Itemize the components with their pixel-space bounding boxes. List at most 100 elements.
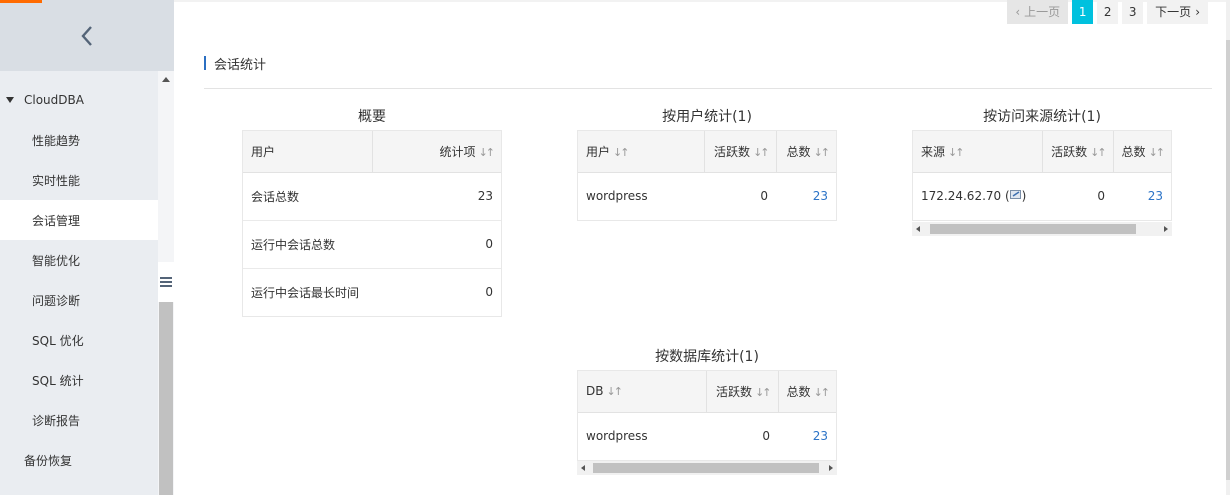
- source-ip: 172.24.62.70 (: [921, 189, 1010, 204]
- column-header-user[interactable]: 用户 ↓↑: [578, 131, 705, 173]
- main-scrollbar[interactable]: [1226, 0, 1230, 495]
- row-label: 运行中会话总数: [243, 220, 372, 269]
- collapse-sidebar-button[interactable]: [0, 0, 174, 71]
- column-header-total[interactable]: 总数 ↓↑: [778, 371, 836, 413]
- scroll-up-icon[interactable]: [162, 77, 170, 82]
- column-header-active[interactable]: 活跃数 ↓↑: [1042, 131, 1114, 173]
- sidebar-item-label: 诊断报告: [32, 413, 81, 428]
- by-user-table: 用户 ↓↑ 活跃数 ↓↑ 总数 ↓↑ wordpress 0 23: [577, 130, 837, 221]
- sidebar-item-label: SQL 优化: [32, 333, 84, 348]
- next-page-button[interactable]: 下一页 ›: [1147, 0, 1208, 24]
- horizontal-scrollbar[interactable]: [912, 222, 1172, 236]
- row-label: 运行中会话最长时间: [251, 285, 360, 300]
- table-row: 会话总数 23: [243, 172, 501, 221]
- sort-icon[interactable]: ↓↑: [755, 386, 772, 399]
- scrollbar-thumb[interactable]: [159, 271, 173, 495]
- scroll-right-icon[interactable]: [1164, 226, 1168, 232]
- sidebar-item-realtime-performance[interactable]: 实时性能: [0, 160, 158, 200]
- sort-icon[interactable]: ↓↑: [753, 146, 770, 159]
- sort-icon[interactable]: ↓↑: [814, 386, 831, 399]
- scroll-left-icon[interactable]: [581, 465, 585, 471]
- sidebar-item-label: CloudDBA: [24, 93, 84, 107]
- next-page-label: 下一页: [1155, 5, 1192, 19]
- total-link[interactable]: 23: [1113, 172, 1171, 220]
- column-header-active[interactable]: 活跃数 ↓↑: [704, 131, 777, 173]
- scroll-left-icon[interactable]: [916, 226, 920, 232]
- caret-down-icon: [6, 97, 14, 103]
- sidebar-item-performance-trend[interactable]: 性能趋势: [0, 120, 158, 160]
- sidebar-item-label: 会话管理: [32, 213, 81, 228]
- row-value: 0: [372, 220, 501, 269]
- sidebar-menu: CloudDBA 性能趋势 实时性能 会话管理 智能优化 问题诊断 SQL 优化…: [0, 80, 158, 480]
- source-cell: 172.24.62.70 (): [913, 172, 1043, 220]
- column-header-active[interactable]: 活跃数 ↓↑: [706, 371, 779, 413]
- menu-icon: [160, 277, 172, 287]
- by-db-table: DB ↓↑ 活跃数 ↓↑ 总数 ↓↑ wordpress 0 23: [577, 370, 837, 461]
- chevron-left-icon: [81, 25, 92, 46]
- column-header-stat[interactable]: 统计项 ↓↑: [372, 131, 501, 173]
- db-cell: wordpress: [586, 429, 648, 444]
- page-2-button[interactable]: 2: [1097, 0, 1119, 24]
- table-row: wordpress 0 23: [578, 412, 836, 460]
- by-db-title: 按数据库统计(1): [655, 349, 759, 365]
- divider: [204, 88, 1212, 89]
- scrollbar-thumb[interactable]: [930, 224, 1136, 234]
- chevron-left-icon: ‹: [1015, 5, 1021, 19]
- sidebar-item-backup-restore[interactable]: 备份恢复: [0, 440, 158, 480]
- scrollbar-thumb[interactable]: [1226, 40, 1230, 480]
- active-cell: 0: [760, 189, 768, 204]
- table-row: 运行中会话最长时间 0: [243, 268, 501, 316]
- pagination: ‹ 上一页 1 2 3 下一页 ›: [1007, 0, 1208, 24]
- by-user-title: 按用户统计(1): [662, 109, 752, 125]
- sort-icon[interactable]: ↓↑: [948, 146, 965, 159]
- page-3-button[interactable]: 3: [1122, 0, 1144, 24]
- sidebar-group-clouddba[interactable]: CloudDBA: [0, 80, 158, 120]
- sidebar-item-label: 实时性能: [32, 173, 81, 188]
- edit-icon[interactable]: [1009, 190, 1022, 201]
- sort-icon[interactable]: ↓↑: [613, 146, 630, 159]
- page-1-button[interactable]: 1: [1072, 0, 1094, 24]
- sidebar-item-sql-optimization[interactable]: SQL 优化: [0, 320, 158, 360]
- sidebar-item-label: 性能趋势: [32, 133, 81, 148]
- sidebar-item-label: SQL 统计: [32, 373, 84, 388]
- sort-icon[interactable]: ↓↑: [1149, 146, 1166, 159]
- by-source-title: 按访问来源统计(1): [983, 109, 1101, 125]
- table-row: wordpress 0 23: [578, 172, 836, 220]
- sidebar-item-sql-statistics[interactable]: SQL 统计: [0, 360, 158, 400]
- column-header-total[interactable]: 总数 ↓↑: [776, 131, 836, 173]
- table-row: 172.24.62.70 () 0 23: [913, 172, 1171, 220]
- source-paren: ): [1021, 189, 1027, 204]
- overview-table: 用户 统计项 ↓↑ 会话总数 23 运行中会话总数 0 运行中会话最长时间 0: [242, 130, 502, 317]
- menu-toggle-handle[interactable]: [158, 262, 174, 302]
- title-accent-bar: [204, 56, 206, 70]
- total-link[interactable]: 23: [776, 172, 836, 220]
- chevron-right-icon: ›: [1195, 5, 1200, 19]
- active-cell: 0: [762, 429, 770, 444]
- scroll-right-icon[interactable]: [829, 465, 833, 471]
- section-title-text: 会话统计: [214, 57, 267, 73]
- column-header-source[interactable]: 来源 ↓↑: [913, 131, 1044, 173]
- table-row: 运行中会话总数 0: [243, 220, 501, 269]
- sidebar-item-diagnosis-report[interactable]: 诊断报告: [0, 400, 158, 440]
- user-cell: wordpress: [586, 189, 648, 204]
- sort-icon[interactable]: ↓↑: [606, 385, 623, 398]
- by-source-table: 来源 ↓↑ 活跃数 ↓↑ 总数 ↓↑ 172.24.62.70 () 0 23: [912, 130, 1172, 221]
- sort-icon[interactable]: ↓↑: [814, 146, 831, 159]
- row-value: 0: [485, 285, 493, 300]
- row-value: 23: [372, 172, 501, 221]
- sidebar-item-problem-diagnosis[interactable]: 问题诊断: [0, 280, 158, 320]
- sort-icon[interactable]: ↓↑: [479, 146, 496, 159]
- column-header-db[interactable]: DB ↓↑: [578, 371, 707, 413]
- active-cell: 0: [1097, 189, 1106, 204]
- scrollbar-thumb[interactable]: [593, 463, 819, 473]
- sidebar-item-session-management[interactable]: 会话管理: [0, 200, 158, 240]
- prev-page-button[interactable]: ‹ 上一页: [1007, 0, 1069, 24]
- main-content: ‹ 上一页 1 2 3 下一页 › 会话统计 概要 用户 统计项 ↓↑ 会话总数 …: [174, 0, 1230, 495]
- column-header-user: 用户: [243, 131, 373, 173]
- column-header-total[interactable]: 总数 ↓↑: [1113, 131, 1171, 173]
- sort-icon[interactable]: ↓↑: [1090, 146, 1107, 159]
- brand-strip: [0, 0, 42, 3]
- horizontal-scrollbar[interactable]: [577, 461, 837, 475]
- total-link[interactable]: 23: [778, 412, 836, 460]
- sidebar-item-smart-optimization[interactable]: 智能优化: [0, 240, 158, 280]
